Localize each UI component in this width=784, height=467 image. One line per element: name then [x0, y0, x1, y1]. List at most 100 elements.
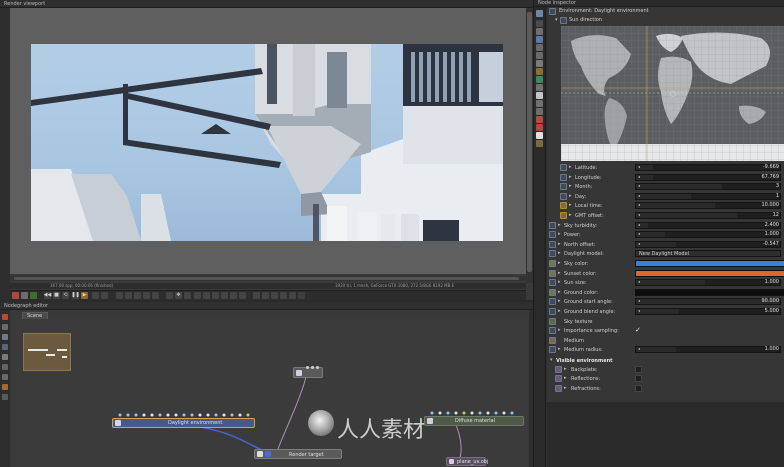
color-swatch-icon[interactable]	[549, 269, 556, 277]
expand-triangle-icon[interactable]: ▸	[569, 193, 572, 199]
parameter-toggle[interactable]	[549, 250, 556, 258]
ground-color-swatch[interactable]	[635, 288, 784, 296]
parameter-row[interactable]: ▸ Medium radius: ◂ 1.000	[547, 345, 784, 354]
parameter-row[interactable]: ▸ Latitude: ◂ -9.669	[547, 163, 784, 172]
parameter-toggle[interactable]	[549, 298, 556, 306]
parameter-toggle[interactable]	[549, 308, 556, 315]
medium-pin-icon[interactable]	[549, 336, 556, 344]
parameter-toggle[interactable]	[560, 212, 567, 219]
parameter-row[interactable]: ▸ Month: ◂ 3	[547, 182, 784, 191]
expand-triangle-icon[interactable]: ▸	[558, 222, 561, 228]
parameter-row[interactable]: ▸ Power: ◂ 1.000	[547, 230, 784, 239]
node-diffuse-material[interactable]: Diffuse material	[424, 416, 524, 426]
importance-sampling-row[interactable]: ▸ Importance sampling: ✓	[547, 326, 784, 335]
expand-triangle-icon[interactable]: ▸	[569, 183, 572, 189]
environment-node-icon[interactable]	[536, 36, 543, 43]
parameter-toggle[interactable]	[549, 221, 556, 229]
parameter-toggle[interactable]	[549, 240, 556, 248]
mesh-node-icon[interactable]	[536, 20, 543, 27]
parameter-row[interactable]: ▸ Local time: ◂ 10.000	[547, 201, 784, 210]
sun-direction-world-map[interactable]	[561, 26, 784, 161]
expand-triangle-icon[interactable]: ▸	[558, 346, 561, 352]
expand-triangle-icon[interactable]: ▸	[558, 289, 561, 295]
parameter-row[interactable]: ▸ Sky turbidity: ◂ 2.400	[547, 221, 784, 230]
material-node-icon[interactable]	[536, 60, 543, 67]
expand-triangle-icon[interactable]: ▸	[558, 327, 561, 333]
parameter-row[interactable]: ▸ Ground blend angle: ◂ 5.000	[547, 307, 784, 316]
parameter-toggle[interactable]	[560, 173, 567, 181]
kernel-node-icon[interactable]	[536, 68, 543, 75]
sky-texture-row[interactable]: Sky texture	[547, 317, 784, 326]
parameter-row[interactable]: ▸ Day: ◂ 1	[547, 192, 784, 201]
importance-sampling-checkbox[interactable]: ✓	[635, 326, 641, 334]
film-node-icon[interactable]	[536, 108, 543, 115]
visible-environment-item[interactable]: ▸ Backplate:	[547, 365, 784, 374]
expand-triangle-icon[interactable]: ▸	[564, 375, 567, 381]
slider-left-arrow-icon[interactable]: ◂	[638, 212, 640, 217]
ground-color-row[interactable]: ▸ Ground color:	[547, 288, 784, 297]
node-mesh[interactable]	[293, 366, 323, 378]
expand-triangle-icon[interactable]: ▸	[569, 212, 572, 218]
environment-pin-icon[interactable]	[555, 365, 562, 373]
node-plane-mesh[interactable]: plane_uv.obj	[446, 457, 488, 466]
expand-triangle-icon[interactable]: ▸	[558, 231, 561, 237]
expand-triangle-icon[interactable]: ▾	[555, 17, 558, 23]
expand-triangle-icon[interactable]: ▸	[564, 366, 567, 372]
white-node-icon[interactable]	[536, 132, 543, 139]
parameter-toggle[interactable]	[560, 164, 567, 171]
slider-left-arrow-icon[interactable]: ◂	[638, 174, 640, 179]
parameter-toggle[interactable]	[549, 327, 556, 335]
parameter-toggle[interactable]	[560, 202, 567, 210]
slider-left-arrow-icon[interactable]: ◂	[638, 193, 640, 198]
parameter-toggle[interactable]	[549, 231, 556, 239]
slider-left-arrow-icon[interactable]: ◂	[638, 183, 640, 188]
expand-triangle-icon[interactable]: ▸	[558, 298, 561, 304]
parameter-toggle[interactable]	[560, 192, 567, 200]
sun-direction-toggle[interactable]	[560, 17, 567, 24]
parameter-row[interactable]: ▸ Sun size: ◂ 1.000	[547, 278, 784, 287]
color-swatch-icon[interactable]	[549, 260, 556, 267]
slider-left-arrow-icon[interactable]: ◂	[638, 241, 640, 246]
parameter-toggle[interactable]	[560, 183, 567, 191]
expand-triangle-icon[interactable]: ▸	[569, 174, 572, 180]
output-node-icon[interactable]	[536, 140, 543, 147]
expand-triangle-icon[interactable]: ▸	[558, 270, 561, 276]
visible-environment-item[interactable]: ▸ Reflections:	[547, 374, 784, 383]
red-node-icon[interactable]	[536, 116, 543, 123]
slider-left-arrow-icon[interactable]: ◂	[638, 231, 640, 236]
slider-left-arrow-icon[interactable]: ◂	[638, 202, 640, 207]
visible-environment-checkbox[interactable]	[635, 375, 642, 383]
emission-node-icon[interactable]	[536, 76, 543, 83]
transform-node-icon[interactable]	[536, 52, 543, 59]
visible-environment-item[interactable]: ▸ Refractions:	[547, 384, 784, 393]
image-node-icon[interactable]	[536, 100, 543, 107]
visible-environment-header[interactable]: ▾ Visible environment	[547, 356, 784, 365]
texture-node-icon[interactable]	[536, 44, 543, 51]
visible-environment-checkbox[interactable]	[635, 365, 642, 373]
expand-triangle-icon[interactable]: ▸	[569, 164, 572, 170]
camera-node-icon[interactable]	[536, 10, 543, 17]
parameter-toggle[interactable]	[549, 346, 556, 354]
texture-pin-icon[interactable]	[549, 317, 556, 325]
node-pin[interactable]	[311, 366, 314, 369]
slider-left-arrow-icon[interactable]: ◂	[638, 222, 640, 227]
expand-triangle-icon[interactable]: ▸	[558, 279, 561, 285]
node-pin[interactable]	[316, 366, 319, 369]
slider-left-arrow-icon[interactable]: ◂	[638, 308, 640, 313]
slider-left-arrow-icon[interactable]: ◂	[638, 346, 640, 351]
expand-triangle-icon[interactable]: ▾	[550, 357, 553, 363]
sky-color-swatch[interactable]	[635, 260, 784, 267]
parameter-toggle[interactable]	[549, 279, 556, 287]
expand-triangle-icon[interactable]: ▸	[558, 250, 561, 256]
node-pin[interactable]	[306, 366, 309, 369]
slider-left-arrow-icon[interactable]: ◂	[638, 298, 640, 303]
expand-triangle-icon[interactable]: ▸	[564, 385, 567, 391]
sun-direction-row[interactable]: ▾ Sun direction	[547, 16, 784, 25]
node-collapse-toggle[interactable]	[549, 8, 556, 15]
parameter-row[interactable]: ▸ GMT offset: ◂ 12	[547, 211, 784, 220]
parameter-row[interactable]: ▸ North offset: ◂ -0.547	[547, 240, 784, 249]
expand-triangle-icon[interactable]: ▸	[558, 260, 561, 266]
expand-triangle-icon[interactable]: ▸	[569, 202, 572, 208]
node-daylight-environment[interactable]: Daylight environment	[112, 418, 255, 428]
expand-triangle-icon[interactable]: ▸	[558, 241, 561, 247]
